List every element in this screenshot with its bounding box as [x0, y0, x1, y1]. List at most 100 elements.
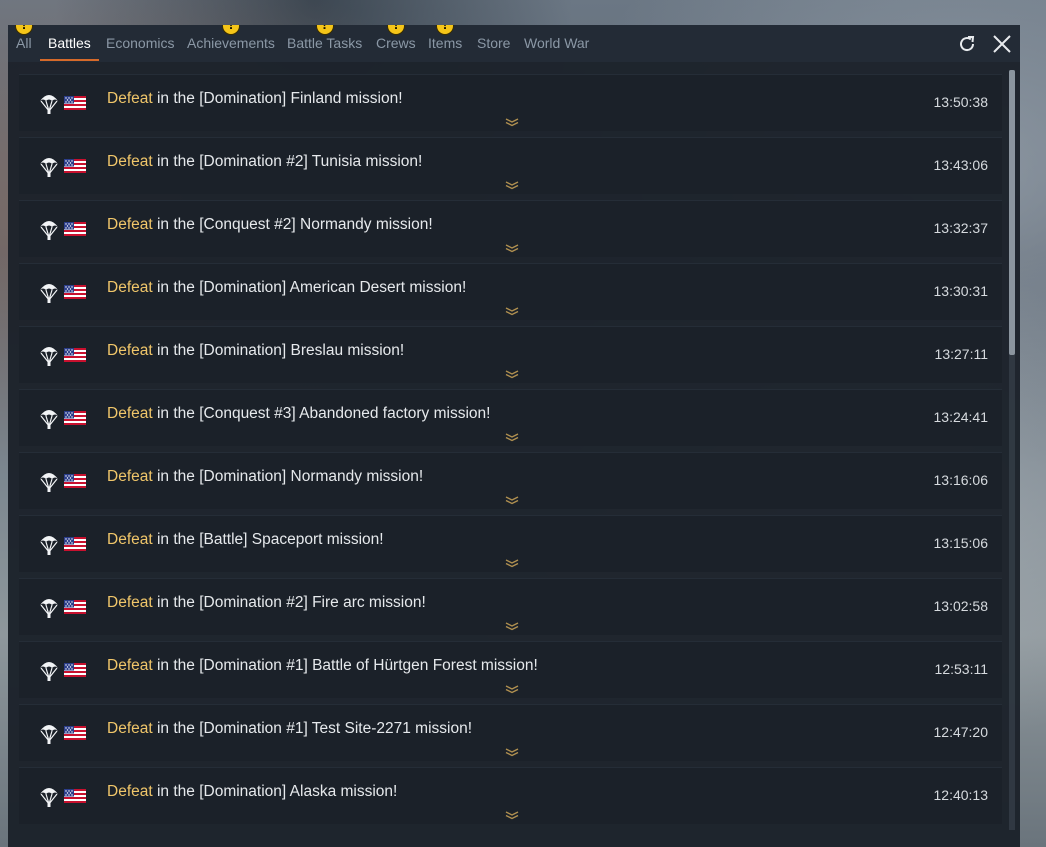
battle-result: Defeat: [107, 720, 153, 737]
message-text: Defeat in the [Conquest #3] Abandoned fa…: [107, 405, 490, 423]
battle-result: Defeat: [107, 153, 153, 170]
expand-chevron-icon[interactable]: [505, 558, 519, 568]
usa-flag-icon: [64, 663, 86, 677]
expand-chevron-icon[interactable]: [505, 306, 519, 316]
battle-result: Defeat: [107, 342, 153, 359]
message-time: 12:53:11: [934, 661, 988, 677]
message-row[interactable]: Defeat in the [Domination] Normandy miss…: [19, 452, 1002, 509]
expand-chevron-icon[interactable]: [505, 747, 519, 757]
parachute-icon: [40, 158, 58, 177]
message-text: Defeat in the [Domination] Alaska missio…: [107, 783, 397, 801]
expand-chevron-icon[interactable]: [505, 684, 519, 694]
tab-store[interactable]: Store: [477, 25, 510, 62]
usa-flag-icon: [64, 348, 86, 362]
close-button[interactable]: [990, 32, 1014, 56]
parachute-icon: [40, 725, 58, 744]
usa-flag-icon: [64, 96, 86, 110]
parachute-icon: [40, 473, 58, 492]
usa-flag-icon: [64, 600, 86, 614]
battle-result: Defeat: [107, 468, 153, 485]
message-time: 13:50:38: [933, 94, 989, 110]
mission-description: in the [Battle] Spaceport mission!: [152, 531, 384, 548]
message-time: 13:27:11: [934, 346, 988, 362]
parachute-icon: [40, 410, 58, 429]
close-icon: [993, 35, 1011, 53]
usa-flag-icon: [64, 222, 86, 236]
message-time: 12:40:13: [933, 787, 989, 803]
tab-world-war[interactable]: World War: [524, 25, 589, 62]
parachute-icon: [40, 662, 58, 681]
usa-flag-icon: [64, 537, 86, 551]
usa-flag-icon: [64, 285, 86, 299]
expand-chevron-icon[interactable]: [505, 369, 519, 379]
mission-description: in the [Conquest #3] Abandoned factory m…: [152, 405, 491, 422]
expand-chevron-icon[interactable]: [505, 243, 519, 253]
message-row[interactable]: Defeat in the [Domination #1] Test Site-…: [19, 704, 1002, 761]
battle-result: Defeat: [107, 216, 153, 233]
expand-chevron-icon[interactable]: [505, 117, 519, 127]
parachute-icon: [40, 284, 58, 303]
message-row[interactable]: Defeat in the [Domination #2] Tunisia mi…: [19, 137, 1002, 194]
expand-chevron-icon[interactable]: [505, 810, 519, 820]
message-row[interactable]: Defeat in the [Conquest #3] Abandoned fa…: [19, 389, 1002, 446]
tab-economics[interactable]: Economics: [106, 25, 174, 62]
usa-flag-icon: [64, 474, 86, 488]
message-text: Defeat in the [Domination] Breslau missi…: [107, 342, 404, 360]
mission-description: in the [Conquest #2] Normandy mission!: [152, 216, 433, 233]
battle-result: Defeat: [107, 594, 153, 611]
battle-result: Defeat: [107, 783, 153, 800]
usa-flag-icon: [64, 726, 86, 740]
notifications-window: All! Battles Economics Achievements! Battle …: [8, 25, 1020, 847]
message-row[interactable]: Defeat in the [Battle] Spaceport mission…: [19, 515, 1002, 572]
expand-chevron-icon[interactable]: [505, 621, 519, 631]
message-row[interactable]: Defeat in the [Domination #2] Fire arc m…: [19, 578, 1002, 635]
parachute-icon: [40, 221, 58, 240]
message-text: Defeat in the [Battle] Spaceport mission…: [107, 531, 384, 549]
refresh-icon: [960, 36, 975, 52]
scrollbar[interactable]: [1009, 70, 1015, 830]
expand-chevron-icon[interactable]: [505, 432, 519, 442]
battle-result: Defeat: [107, 279, 153, 296]
scrollbar-thumb[interactable]: [1009, 70, 1015, 355]
message-text: Defeat in the [Domination #1] Test Site-…: [107, 720, 472, 738]
parachute-icon: [40, 536, 58, 555]
message-row[interactable]: Defeat in the [Domination] Finland missi…: [19, 74, 1002, 131]
message-text: Defeat in the [Domination] American Dese…: [107, 279, 466, 297]
message-row[interactable]: Defeat in the [Domination #1] Battle of …: [19, 641, 1002, 698]
message-time: 13:02:58: [933, 598, 989, 614]
parachute-icon: [40, 788, 58, 807]
mission-description: in the [Domination] Alaska mission!: [152, 783, 398, 800]
message-text: Defeat in the [Domination #2] Fire arc m…: [107, 594, 426, 612]
message-row[interactable]: Defeat in the [Domination] Alaska missio…: [19, 767, 1002, 824]
expand-chevron-icon[interactable]: [505, 495, 519, 505]
message-text: Defeat in the [Domination] Finland missi…: [107, 90, 403, 108]
message-text: Defeat in the [Domination] Normandy miss…: [107, 468, 423, 486]
battle-result: Defeat: [107, 657, 153, 674]
refresh-button[interactable]: [955, 32, 979, 56]
mission-description: in the [Domination] Breslau mission!: [152, 342, 405, 359]
message-time: 13:32:37: [933, 220, 989, 236]
message-text: Defeat in the [Domination #1] Battle of …: [107, 657, 538, 675]
message-time: 13:15:06: [933, 535, 989, 551]
message-time: 13:24:41: [933, 409, 989, 425]
message-row[interactable]: Defeat in the [Domination] American Dese…: [19, 263, 1002, 320]
message-row[interactable]: Defeat in the [Conquest #2] Normandy mis…: [19, 200, 1002, 257]
message-row[interactable]: Defeat in the [Domination] Breslau missi…: [19, 326, 1002, 383]
message-time: 12:47:20: [933, 724, 989, 740]
tab-bar: All! Battles Economics Achievements! Battle …: [8, 25, 1020, 62]
expand-chevron-icon[interactable]: [505, 180, 519, 190]
message-time: 13:30:31: [933, 283, 989, 299]
message-time: 13:43:06: [933, 157, 989, 173]
usa-flag-icon: [64, 789, 86, 803]
message-text: Defeat in the [Domination #2] Tunisia mi…: [107, 153, 422, 171]
message-time: 13:16:06: [933, 472, 989, 488]
mission-description: in the [Domination] Finland mission!: [152, 90, 403, 107]
mission-description: in the [Domination #2] Tunisia mission!: [152, 153, 423, 170]
mission-description: in the [Domination #2] Fire arc mission!: [152, 594, 426, 611]
tab-battles[interactable]: Battles: [40, 25, 99, 62]
battle-result: Defeat: [107, 531, 153, 548]
battle-result: Defeat: [107, 405, 153, 422]
mission-description: in the [Domination] American Desert miss…: [152, 279, 467, 296]
message-text: Defeat in the [Conquest #2] Normandy mis…: [107, 216, 433, 234]
usa-flag-icon: [64, 159, 86, 173]
